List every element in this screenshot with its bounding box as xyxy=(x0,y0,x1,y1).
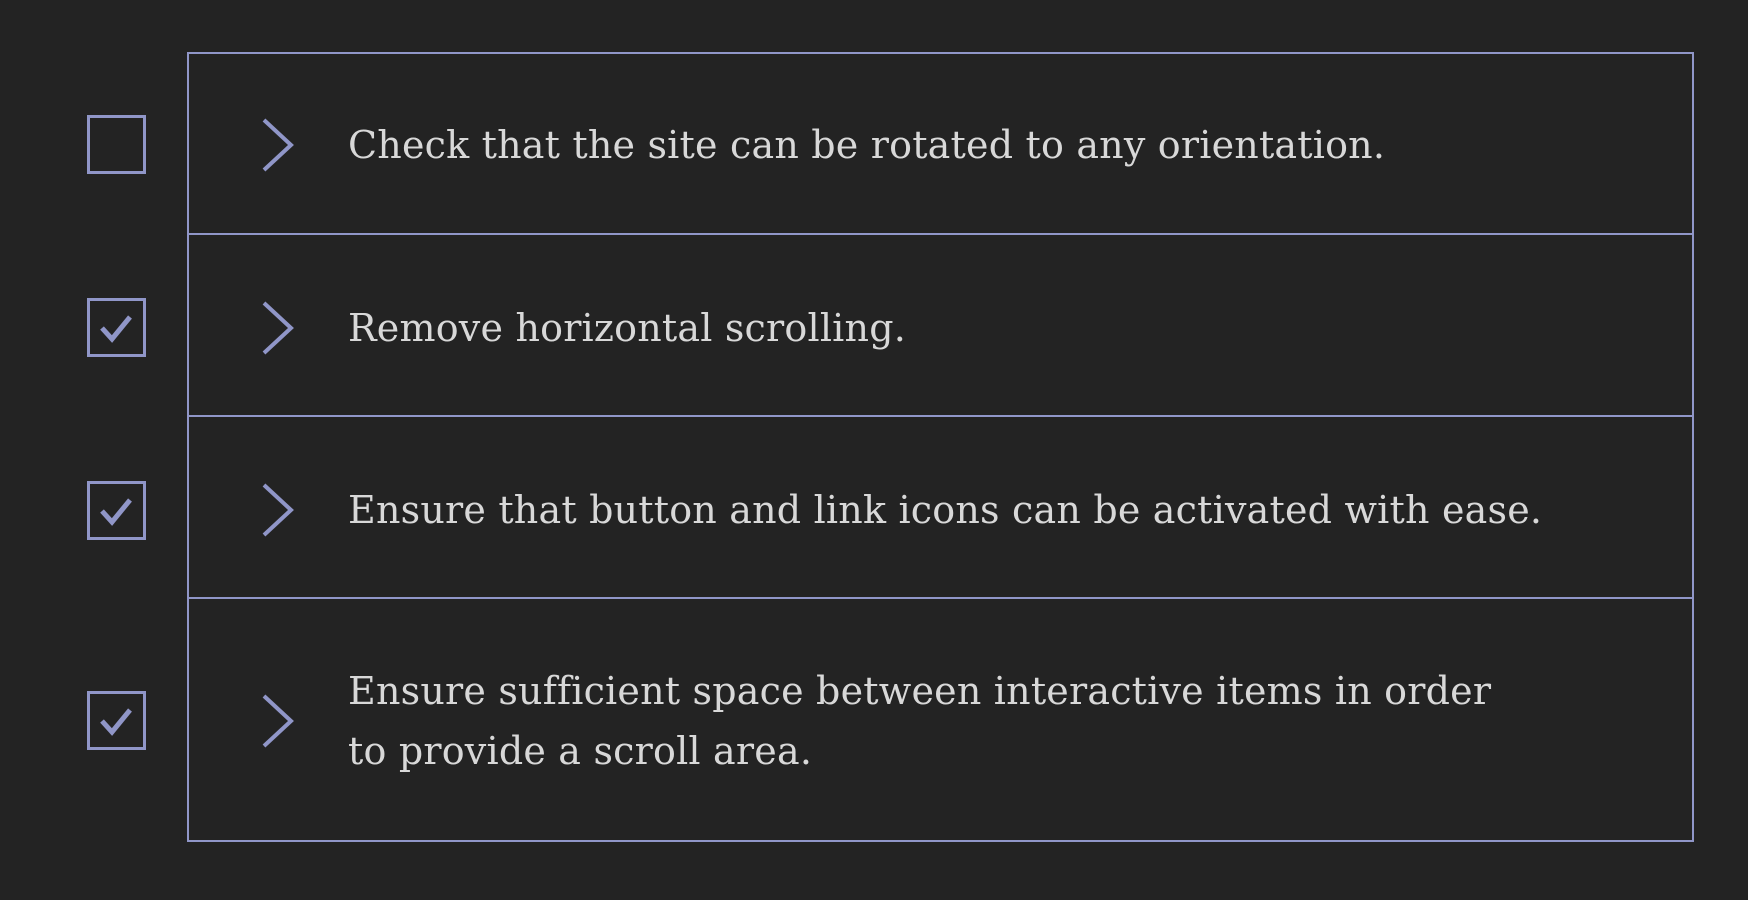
checkbox-unchecked-icon[interactable] xyxy=(87,115,146,174)
chevron-right-icon xyxy=(258,480,298,540)
checklist-item-label: Remove horizontal scrolling. xyxy=(348,306,907,350)
checkbox-checked-icon[interactable] xyxy=(87,691,146,750)
checklist-item-label: Ensure sufficient space between interact… xyxy=(348,669,1492,773)
chevron-right-icon xyxy=(258,691,298,751)
checklist-item: Ensure that button and link icons can be… xyxy=(0,417,1748,599)
checklist: Check that the site can be rotated to an… xyxy=(0,0,1748,900)
checklist-item-label: Check that the site can be rotated to an… xyxy=(348,123,1386,167)
checkbox-checked-icon[interactable] xyxy=(87,298,146,357)
chevron-right-icon xyxy=(258,115,298,175)
checkbox-checked-icon[interactable] xyxy=(87,481,146,540)
checklist-item: Ensure sufficient space between interact… xyxy=(0,599,1748,842)
checklist-item: Check that the site can be rotated to an… xyxy=(0,52,1748,235)
chevron-right-icon xyxy=(258,298,298,358)
checklist-item-label: Ensure that button and link icons can be… xyxy=(348,488,1543,532)
checklist-item: Remove horizontal scrolling. xyxy=(0,235,1748,417)
